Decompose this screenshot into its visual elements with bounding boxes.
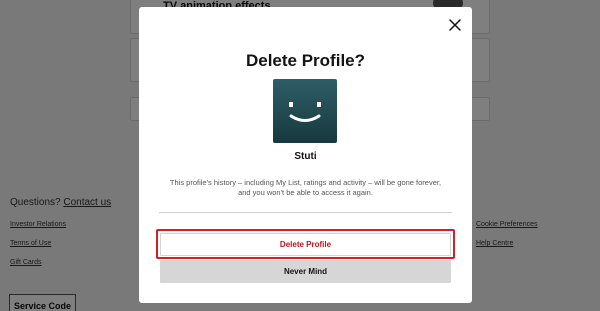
delete-profile-button[interactable]: Delete Profile: [160, 233, 451, 256]
profile-name: Stuti: [294, 151, 317, 162]
dialog-title: Delete Profile?: [245, 51, 366, 70]
divider: [159, 212, 452, 213]
smiley-face-icon: [273, 79, 337, 143]
never-mind-button[interactable]: Never Mind: [160, 260, 451, 283]
delete-profile-dialog: Delete Profile? Stuti This profile's his…: [139, 7, 472, 303]
close-icon[interactable]: [447, 17, 463, 33]
warning-text: This profile's history – including My Li…: [169, 178, 442, 197]
